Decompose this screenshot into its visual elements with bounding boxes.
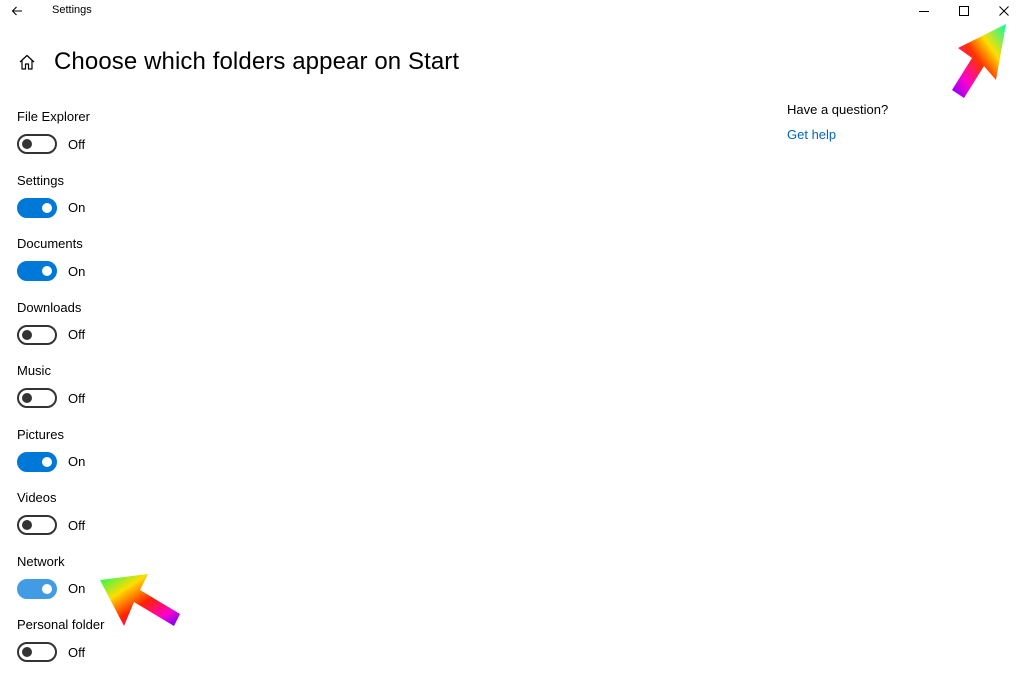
window-title: Settings xyxy=(52,4,92,16)
folder-settings-list: File Explorer Off Settings On Documents … xyxy=(17,108,417,680)
toggle-knob xyxy=(22,393,32,403)
setting-label: Personal folder xyxy=(17,617,105,632)
setting-file-explorer: File Explorer Off xyxy=(17,108,417,172)
home-icon xyxy=(19,54,35,70)
back-button[interactable] xyxy=(4,0,30,22)
toggle-switch[interactable] xyxy=(17,451,57,472)
close-button[interactable] xyxy=(984,0,1024,22)
toggle-switch[interactable] xyxy=(17,515,57,535)
toggle-state-text: Off xyxy=(68,644,86,660)
toggle-state-text: Off xyxy=(68,517,86,533)
toggle-switch[interactable] xyxy=(17,578,57,599)
arrow-left-icon xyxy=(11,6,22,16)
toggle-knob xyxy=(42,583,52,594)
toggle-state-text: Off xyxy=(68,136,86,152)
toggle-personal-folder[interactable]: Off xyxy=(17,642,85,662)
toggle-videos[interactable]: Off xyxy=(17,515,85,535)
toggle-file-explorer[interactable]: Off xyxy=(17,134,85,154)
get-help-link[interactable]: Get help xyxy=(787,127,888,142)
maximize-icon xyxy=(959,6,969,16)
setting-label: Downloads xyxy=(17,299,82,315)
setting-label: Pictures xyxy=(17,426,64,442)
minimize-icon xyxy=(919,11,929,12)
setting-settings: Settings On xyxy=(17,172,417,236)
setting-videos: Videos Off xyxy=(17,489,417,553)
setting-label: Videos xyxy=(17,490,57,505)
setting-label: File Explorer xyxy=(17,109,90,124)
toggle-documents[interactable]: On xyxy=(17,261,85,281)
toggle-pictures[interactable]: On xyxy=(17,451,86,472)
toggle-switch[interactable] xyxy=(17,642,57,662)
page-title: Choose which folders appear on Start xyxy=(54,48,460,75)
toggle-network[interactable]: On xyxy=(17,578,86,599)
help-panel: Have a question? Get help xyxy=(787,102,888,142)
toggle-downloads[interactable]: Off xyxy=(17,324,86,345)
home-button[interactable] xyxy=(16,51,38,73)
toggle-switch[interactable] xyxy=(17,261,57,281)
setting-personal-folder: Personal folder Off xyxy=(17,616,417,680)
title-bar: Settings xyxy=(0,0,1024,22)
toggle-state-text: On xyxy=(68,263,86,279)
maximize-button[interactable] xyxy=(944,0,984,22)
toggle-settings[interactable]: On xyxy=(17,197,86,218)
toggle-switch[interactable] xyxy=(17,134,57,154)
setting-pictures: Pictures On xyxy=(17,426,417,490)
toggle-knob xyxy=(42,456,52,467)
toggle-state-text: On xyxy=(68,200,86,215)
toggle-state-text: On xyxy=(68,454,86,469)
toggle-state-text: Off xyxy=(68,327,86,342)
help-heading: Have a question? xyxy=(787,102,889,117)
toggle-knob xyxy=(22,520,32,530)
page-header: Choose which folders appear on Start xyxy=(16,44,459,80)
setting-label: Settings xyxy=(17,172,64,188)
minimize-button[interactable] xyxy=(904,0,944,22)
toggle-switch[interactable] xyxy=(17,324,57,345)
toggle-switch[interactable] xyxy=(17,197,57,218)
toggle-state-text: On xyxy=(68,581,86,596)
setting-label: Network xyxy=(17,553,65,569)
toggle-state-text: Off xyxy=(68,390,86,406)
setting-downloads: Downloads Off xyxy=(17,299,417,363)
toggle-knob xyxy=(42,266,52,276)
setting-label: Music xyxy=(17,363,51,378)
close-icon xyxy=(999,6,1009,16)
toggle-knob xyxy=(22,329,32,340)
toggle-knob xyxy=(22,139,32,149)
toggle-music[interactable]: Off xyxy=(17,388,85,408)
setting-label: Documents xyxy=(17,236,83,251)
toggle-switch[interactable] xyxy=(17,388,57,408)
setting-music: Music Off xyxy=(17,362,417,426)
setting-documents: Documents On xyxy=(17,235,417,299)
setting-network: Network On xyxy=(17,553,417,617)
toggle-knob xyxy=(22,647,32,657)
toggle-knob xyxy=(42,202,52,213)
pointer-arrow-icon xyxy=(952,24,1006,98)
